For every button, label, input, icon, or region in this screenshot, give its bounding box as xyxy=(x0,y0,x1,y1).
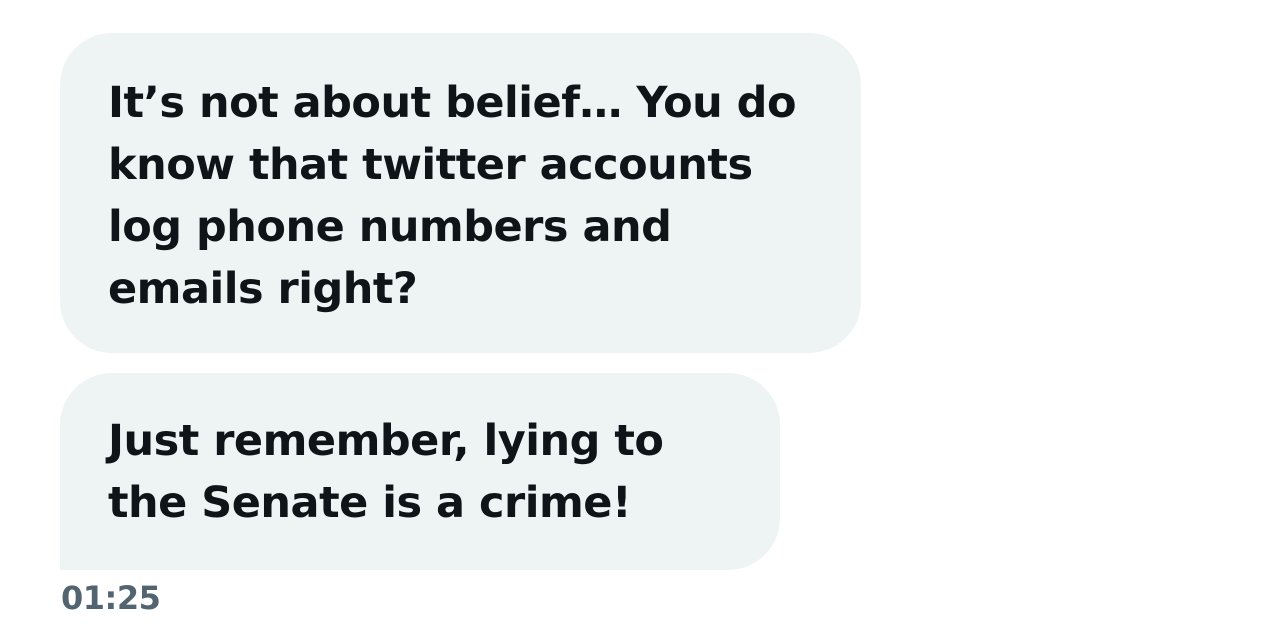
message-bubble-2[interactable]: Just remember, lying to the Senate is a … xyxy=(60,373,780,570)
message-timestamp: 01:25 xyxy=(61,579,161,617)
message-text-2: Just remember, lying to the Senate is a … xyxy=(108,416,664,528)
message-text-1: It’s not about belief… You do know that … xyxy=(108,78,797,314)
message-bubble-1[interactable]: It’s not about belief… You do know that … xyxy=(60,33,861,353)
